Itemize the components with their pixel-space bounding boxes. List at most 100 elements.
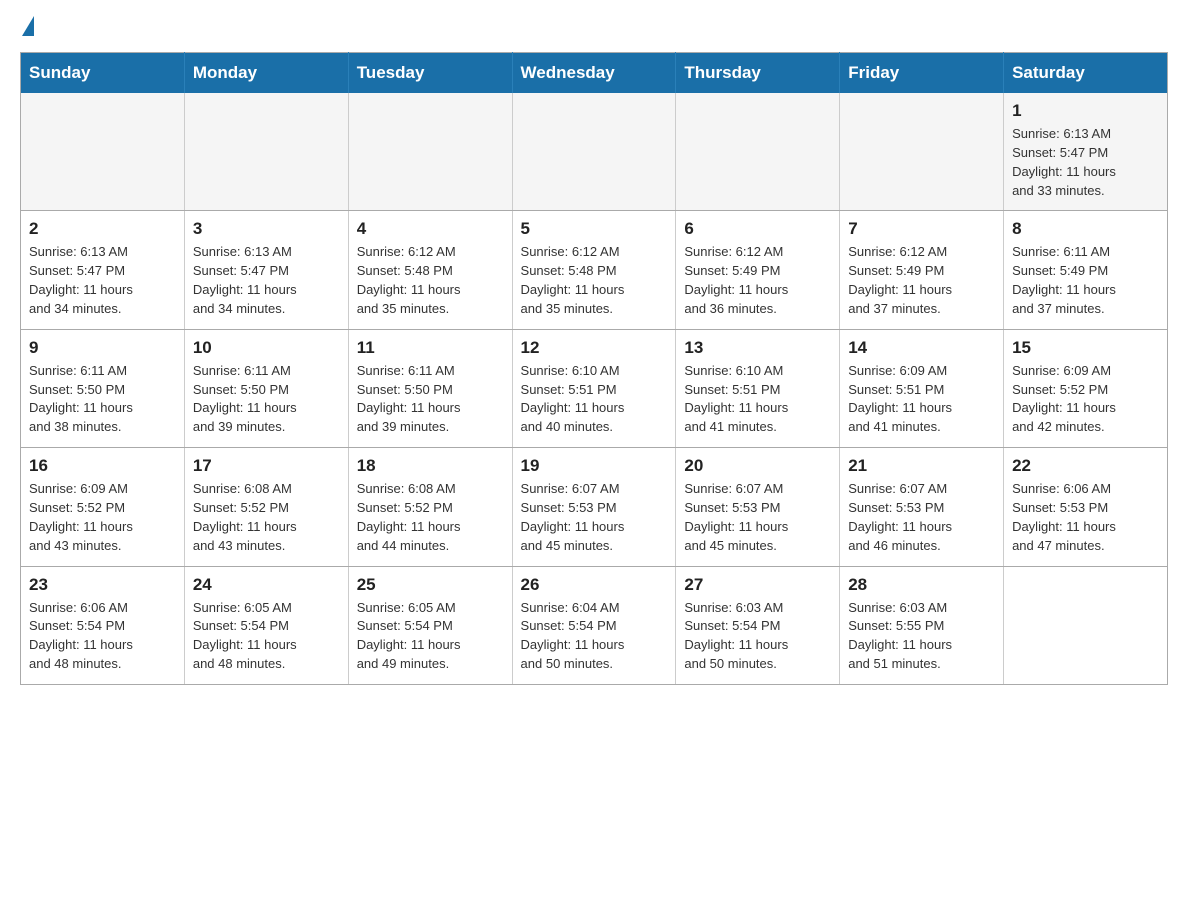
logo-triangle-icon	[22, 16, 34, 36]
day-number: 10	[193, 338, 340, 358]
calendar-cell: 9 Sunrise: 6:11 AM Sunset: 5:50 PM Daylig…	[21, 329, 185, 447]
week-row-3: 9 Sunrise: 6:11 AM Sunset: 5:50 PM Daylig…	[21, 329, 1168, 447]
day-number: 8	[1012, 219, 1159, 239]
day-info: Sunrise: 6:10 AM Sunset: 5:51 PM Dayligh…	[521, 362, 668, 437]
calendar-cell: 8 Sunrise: 6:11 AM Sunset: 5:49 PM Daylig…	[1004, 211, 1168, 329]
day-info: Sunrise: 6:11 AM Sunset: 5:50 PM Dayligh…	[29, 362, 176, 437]
day-number: 23	[29, 575, 176, 595]
weekday-header-sunday: Sunday	[21, 53, 185, 94]
day-info: Sunrise: 6:13 AM Sunset: 5:47 PM Dayligh…	[1012, 125, 1159, 200]
calendar-cell: 27 Sunrise: 6:03 AM Sunset: 5:54 PM Dayli…	[676, 566, 840, 684]
weekday-header-monday: Monday	[184, 53, 348, 94]
calendar-cell: 24 Sunrise: 6:05 AM Sunset: 5:54 PM Dayli…	[184, 566, 348, 684]
calendar-cell: 15 Sunrise: 6:09 AM Sunset: 5:52 PM Dayli…	[1004, 329, 1168, 447]
logo	[20, 20, 34, 36]
calendar-cell: 23Sunrise: 6:06 AM Sunset: 5:54 PM Dayli…	[21, 566, 185, 684]
calendar-cell: 22 Sunrise: 6:06 AM Sunset: 5:53 PM Dayli…	[1004, 448, 1168, 566]
day-info: Sunrise: 6:10 AM Sunset: 5:51 PM Dayligh…	[684, 362, 831, 437]
day-number: 18	[357, 456, 504, 476]
day-number: 20	[684, 456, 831, 476]
calendar-cell: 14Sunrise: 6:09 AM Sunset: 5:51 PM Dayli…	[840, 329, 1004, 447]
day-number: 25	[357, 575, 504, 595]
day-info: Sunrise: 6:12 AM Sunset: 5:48 PM Dayligh…	[521, 243, 668, 318]
week-row-5: 23Sunrise: 6:06 AM Sunset: 5:54 PM Dayli…	[21, 566, 1168, 684]
day-info: Sunrise: 6:09 AM Sunset: 5:52 PM Dayligh…	[1012, 362, 1159, 437]
day-info: Sunrise: 6:11 AM Sunset: 5:50 PM Dayligh…	[193, 362, 340, 437]
day-number: 21	[848, 456, 995, 476]
day-info: Sunrise: 6:03 AM Sunset: 5:55 PM Dayligh…	[848, 599, 995, 674]
day-info: Sunrise: 6:13 AM Sunset: 5:47 PM Dayligh…	[193, 243, 340, 318]
day-number: 1	[1012, 101, 1159, 121]
calendar-cell: 1 Sunrise: 6:13 AM Sunset: 5:47 PM Daylig…	[1004, 93, 1168, 211]
day-number: 24	[193, 575, 340, 595]
day-info: Sunrise: 6:09 AM Sunset: 5:52 PM Dayligh…	[29, 480, 176, 555]
day-number: 27	[684, 575, 831, 595]
day-info: Sunrise: 6:12 AM Sunset: 5:49 PM Dayligh…	[684, 243, 831, 318]
day-number: 22	[1012, 456, 1159, 476]
calendar-cell: 10 Sunrise: 6:11 AM Sunset: 5:50 PM Dayli…	[184, 329, 348, 447]
calendar-cell: 12 Sunrise: 6:10 AM Sunset: 5:51 PM Dayli…	[512, 329, 676, 447]
calendar-cell: 19Sunrise: 6:07 AM Sunset: 5:53 PM Dayli…	[512, 448, 676, 566]
day-info: Sunrise: 6:13 AM Sunset: 5:47 PM Dayligh…	[29, 243, 176, 318]
weekday-header-friday: Friday	[840, 53, 1004, 94]
calendar-cell	[184, 93, 348, 211]
day-number: 26	[521, 575, 668, 595]
day-info: Sunrise: 6:08 AM Sunset: 5:52 PM Dayligh…	[357, 480, 504, 555]
week-row-2: 2 Sunrise: 6:13 AM Sunset: 5:47 PM Daylig…	[21, 211, 1168, 329]
day-number: 3	[193, 219, 340, 239]
day-info: Sunrise: 6:11 AM Sunset: 5:49 PM Dayligh…	[1012, 243, 1159, 318]
calendar-cell	[512, 93, 676, 211]
day-number: 5	[521, 219, 668, 239]
day-info: Sunrise: 6:12 AM Sunset: 5:48 PM Dayligh…	[357, 243, 504, 318]
calendar-cell: 6 Sunrise: 6:12 AM Sunset: 5:49 PM Daylig…	[676, 211, 840, 329]
day-number: 11	[357, 338, 504, 358]
day-number: 7	[848, 219, 995, 239]
calendar-cell: 25 Sunrise: 6:05 AM Sunset: 5:54 PM Dayli…	[348, 566, 512, 684]
page-header	[20, 20, 1168, 36]
weekday-header-thursday: Thursday	[676, 53, 840, 94]
calendar-cell	[840, 93, 1004, 211]
day-number: 15	[1012, 338, 1159, 358]
day-info: Sunrise: 6:05 AM Sunset: 5:54 PM Dayligh…	[193, 599, 340, 674]
calendar-cell: 11 Sunrise: 6:11 AM Sunset: 5:50 PM Dayli…	[348, 329, 512, 447]
calendar-cell: 20 Sunrise: 6:07 AM Sunset: 5:53 PM Dayli…	[676, 448, 840, 566]
day-number: 16	[29, 456, 176, 476]
day-info: Sunrise: 6:04 AM Sunset: 5:54 PM Dayligh…	[521, 599, 668, 674]
calendar-cell: 3 Sunrise: 6:13 AM Sunset: 5:47 PM Daylig…	[184, 211, 348, 329]
calendar-cell: 21 Sunrise: 6:07 AM Sunset: 5:53 PM Dayli…	[840, 448, 1004, 566]
calendar-table: SundayMondayTuesdayWednesdayThursdayFrid…	[20, 52, 1168, 685]
weekday-header-tuesday: Tuesday	[348, 53, 512, 94]
day-info: Sunrise: 6:03 AM Sunset: 5:54 PM Dayligh…	[684, 599, 831, 674]
week-row-1: 1 Sunrise: 6:13 AM Sunset: 5:47 PM Daylig…	[21, 93, 1168, 211]
day-info: Sunrise: 6:06 AM Sunset: 5:53 PM Dayligh…	[1012, 480, 1159, 555]
calendar-cell	[348, 93, 512, 211]
day-info: Sunrise: 6:05 AM Sunset: 5:54 PM Dayligh…	[357, 599, 504, 674]
day-number: 28	[848, 575, 995, 595]
calendar-cell: 7 Sunrise: 6:12 AM Sunset: 5:49 PM Daylig…	[840, 211, 1004, 329]
calendar-cell: 16 Sunrise: 6:09 AM Sunset: 5:52 PM Dayli…	[21, 448, 185, 566]
day-info: Sunrise: 6:09 AM Sunset: 5:51 PM Dayligh…	[848, 362, 995, 437]
calendar-cell	[1004, 566, 1168, 684]
calendar-cell: 2 Sunrise: 6:13 AM Sunset: 5:47 PM Daylig…	[21, 211, 185, 329]
day-number: 17	[193, 456, 340, 476]
day-number: 12	[521, 338, 668, 358]
day-info: Sunrise: 6:07 AM Sunset: 5:53 PM Dayligh…	[684, 480, 831, 555]
day-info: Sunrise: 6:07 AM Sunset: 5:53 PM Dayligh…	[521, 480, 668, 555]
weekday-header-row: SundayMondayTuesdayWednesdayThursdayFrid…	[21, 53, 1168, 94]
calendar-cell: 5 Sunrise: 6:12 AM Sunset: 5:48 PM Daylig…	[512, 211, 676, 329]
day-info: Sunrise: 6:12 AM Sunset: 5:49 PM Dayligh…	[848, 243, 995, 318]
calendar-cell	[21, 93, 185, 211]
day-number: 13	[684, 338, 831, 358]
weekday-header-wednesday: Wednesday	[512, 53, 676, 94]
day-number: 9	[29, 338, 176, 358]
day-info: Sunrise: 6:08 AM Sunset: 5:52 PM Dayligh…	[193, 480, 340, 555]
day-number: 6	[684, 219, 831, 239]
week-row-4: 16 Sunrise: 6:09 AM Sunset: 5:52 PM Dayli…	[21, 448, 1168, 566]
day-info: Sunrise: 6:11 AM Sunset: 5:50 PM Dayligh…	[357, 362, 504, 437]
weekday-header-saturday: Saturday	[1004, 53, 1168, 94]
calendar-cell	[676, 93, 840, 211]
day-number: 2	[29, 219, 176, 239]
calendar-cell: 18 Sunrise: 6:08 AM Sunset: 5:52 PM Dayli…	[348, 448, 512, 566]
day-info: Sunrise: 6:07 AM Sunset: 5:53 PM Dayligh…	[848, 480, 995, 555]
day-number: 4	[357, 219, 504, 239]
